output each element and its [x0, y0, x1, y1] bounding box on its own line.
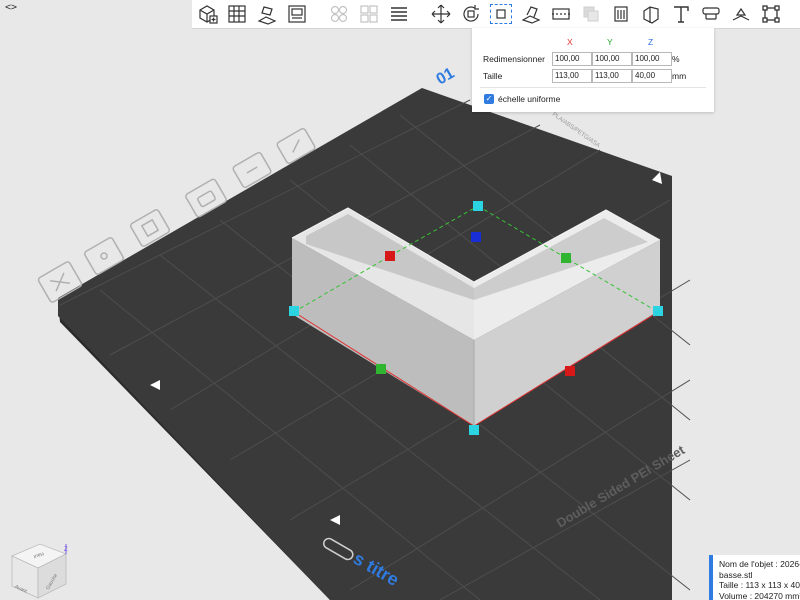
panel-divider [480, 87, 706, 88]
size-unit: mm [672, 71, 687, 81]
main-toolbar [192, 0, 800, 29]
handle-top [473, 201, 483, 211]
measure-icon [702, 7, 720, 20]
arrange-button[interactable] [283, 1, 311, 27]
object-name: Nom de l'objet : 2026- [719, 559, 800, 569]
handle-right-corner [653, 306, 663, 316]
handle-left-corner [289, 306, 299, 316]
object-volume: Volume : 204270 mm³ [719, 590, 800, 600]
handle-front-x [565, 366, 575, 376]
support-paint-icon [614, 6, 628, 22]
boolean-icon [583, 6, 599, 22]
toolbar-group-split [324, 1, 414, 27]
toolbar-group-object [192, 1, 312, 27]
toolbar-group-transform [426, 1, 786, 27]
split-objects-button[interactable] [325, 1, 353, 27]
scale-icon [496, 9, 506, 19]
scale-z-field[interactable] [632, 52, 672, 66]
cube-plus-icon [199, 5, 218, 24]
nav-cube-axis-z: Z [64, 547, 68, 553]
handle-left-x [385, 251, 395, 261]
move-button[interactable] [427, 1, 455, 27]
scale-x-field[interactable] [552, 52, 592, 66]
sidebar-toggle-button[interactable]: <> [2, 0, 20, 16]
assembly-button[interactable] [727, 1, 755, 27]
cut-button[interactable] [547, 1, 575, 27]
scale-unit: % [672, 54, 680, 64]
handle-front-y [376, 364, 386, 374]
split-parts-button[interactable] [355, 1, 383, 27]
orient-icon [257, 6, 277, 25]
view-nav-cube[interactable]: Z Haut Gauche Avant [8, 540, 74, 600]
rotate-button[interactable] [457, 1, 485, 27]
grid-button[interactable] [223, 1, 251, 27]
move-icon [431, 4, 451, 24]
grid-icon [228, 5, 246, 23]
axis-x-header: X [567, 37, 573, 47]
uniform-scale-checkbox[interactable]: ✓ [484, 94, 494, 104]
scale-y-field[interactable] [592, 52, 632, 66]
bounding-box-button[interactable] [757, 1, 785, 27]
object-size: Taille : 113 x 113 x 40 [719, 580, 800, 590]
assembly-icon [732, 7, 750, 21]
lay-on-face-icon [521, 6, 541, 24]
layers-button[interactable] [385, 1, 413, 27]
seam-icon [643, 6, 659, 24]
split-objects-icon [330, 5, 348, 23]
auto-orient-button[interactable] [253, 1, 281, 27]
boolean-button[interactable] [577, 1, 605, 27]
handle-right-y [561, 253, 571, 263]
size-x-field[interactable] [552, 69, 592, 83]
axis-y-header: Y [607, 37, 613, 47]
measure-button[interactable] [697, 1, 725, 27]
rotate-icon [463, 5, 479, 22]
arrange-icon [288, 5, 306, 23]
uniform-scale-label: échelle uniforme [498, 94, 561, 104]
bounding-box-icon [762, 5, 780, 23]
object-file: basse.stl [719, 569, 753, 580]
layers-icon [391, 7, 407, 21]
cut-icon [552, 8, 570, 20]
size-z-field[interactable] [632, 69, 672, 83]
handle-bottom [469, 425, 479, 435]
split-parts-icon [360, 5, 378, 23]
object-info-panel: Nom de l'objet : 2026- basse.stl Taille … [709, 555, 800, 600]
scale-panel: X Y Z Redimensionner % Taille mm ✓ échel… [472, 28, 714, 112]
size-y-field[interactable] [592, 69, 632, 83]
handle-center-z [471, 232, 481, 242]
add-cube-button[interactable] [193, 1, 221, 27]
resize-label: Redimensionner [483, 54, 545, 64]
support-paint-button[interactable] [607, 1, 635, 27]
size-label: Taille [483, 71, 503, 81]
scale-button[interactable] [487, 1, 515, 27]
plate-number: 01 [434, 65, 458, 89]
seam-button[interactable] [637, 1, 665, 27]
text-button[interactable] [667, 1, 695, 27]
text-icon [674, 6, 689, 23]
axis-z-header: Z [648, 37, 654, 47]
lay-on-face-button[interactable] [517, 1, 545, 27]
